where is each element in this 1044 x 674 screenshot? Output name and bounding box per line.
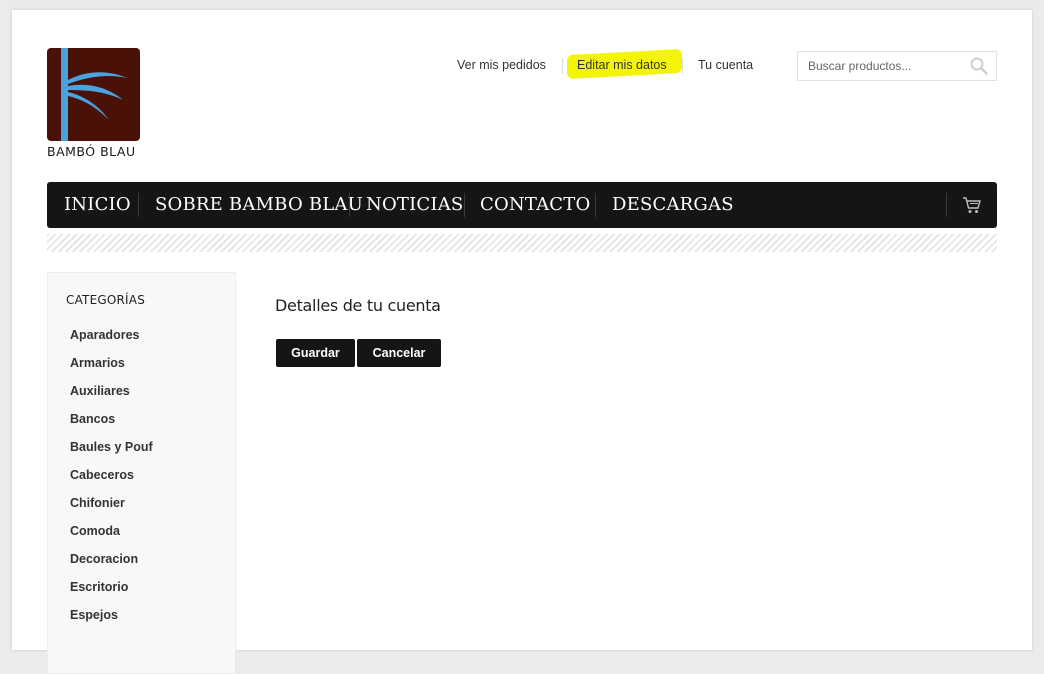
- cart-icon[interactable]: [962, 195, 982, 215]
- category-item[interactable]: Baules y Pouf: [70, 440, 153, 468]
- nav-divider: [138, 193, 139, 217]
- nav-item-noticias[interactable]: NOTICIAS: [366, 182, 463, 228]
- logo[interactable]: BAMBÓ BLAU: [47, 48, 141, 170]
- orders-link[interactable]: Ver mis pedidos: [457, 58, 546, 72]
- page: BAMBÓ BLAU Ver mis pedidos Editar mis da…: [12, 10, 1032, 674]
- nav-divider: [349, 193, 350, 217]
- nav-item-sobre[interactable]: SOBRE BAMBO BLAU: [155, 182, 363, 228]
- nav-divider: [595, 193, 596, 217]
- search-box: [797, 51, 997, 81]
- category-item[interactable]: Aparadores: [70, 328, 153, 356]
- nav-divider: [946, 193, 947, 217]
- category-item[interactable]: Comoda: [70, 524, 153, 552]
- account-link[interactable]: Tu cuenta: [698, 58, 753, 72]
- nav-stripe-divider: [47, 234, 997, 252]
- category-item[interactable]: Escritorio: [70, 580, 153, 608]
- link-divider: [682, 58, 683, 74]
- main-nav: INICIO SOBRE BAMBO BLAU NOTICIAS CONTACT…: [47, 182, 997, 228]
- save-button[interactable]: Guardar: [276, 339, 355, 367]
- link-divider: [562, 58, 563, 74]
- nav-item-inicio[interactable]: INICIO: [64, 182, 131, 228]
- page-title: Detalles de tu cuenta: [275, 296, 441, 315]
- cancel-button[interactable]: Cancelar: [357, 339, 441, 367]
- category-item[interactable]: Decoracion: [70, 552, 153, 580]
- category-list: Aparadores Armarios Auxiliares Bancos Baules…: [70, 328, 153, 636]
- category-item[interactable]: Auxiliares: [70, 384, 153, 412]
- sidebar-title: CATEGORÍAS: [66, 293, 146, 307]
- nav-divider: [464, 193, 465, 217]
- category-item[interactable]: Armarios: [70, 356, 153, 384]
- category-sidebar: CATEGORÍAS Aparadores Armarios Auxiliares B…: [47, 272, 236, 674]
- category-item[interactable]: Chifonier: [70, 496, 153, 524]
- edit-data-link[interactable]: Editar mis datos: [577, 58, 667, 72]
- category-item[interactable]: Cabeceros: [70, 468, 153, 496]
- bamboo-icon: [61, 48, 127, 141]
- nav-item-descargas[interactable]: DESCARGAS: [612, 182, 734, 228]
- logo-mark: [47, 48, 140, 141]
- nav-item-contacto[interactable]: CONTACTO: [480, 182, 590, 228]
- search-input[interactable]: [798, 52, 968, 80]
- search-icon[interactable]: [970, 57, 988, 75]
- logo-text: BAMBÓ BLAU: [47, 144, 136, 159]
- category-item[interactable]: Bancos: [70, 412, 153, 440]
- category-item[interactable]: Espejos: [70, 608, 153, 636]
